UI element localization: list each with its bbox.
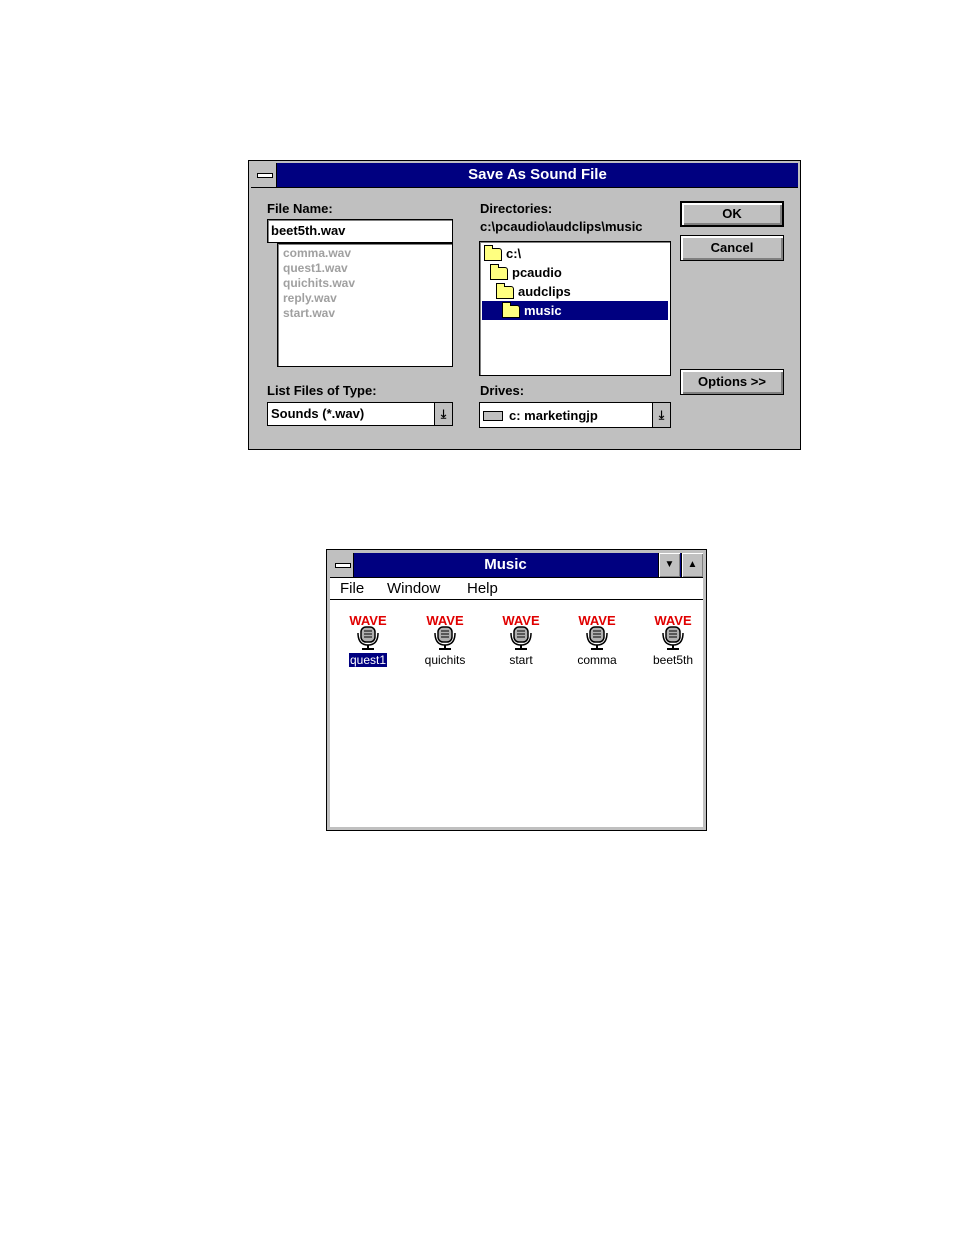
directory-item[interactable]: c:\ [482,244,668,263]
system-menu-icon [257,173,273,178]
drive-icon [483,410,503,421]
wave-caption: WAVE [426,613,464,628]
directory-name: audclips [518,284,571,299]
folder-open-icon [490,264,508,281]
file-list-item[interactable]: quichits.wav [278,276,452,291]
wave-caption: WAVE [578,613,616,628]
wave-file-icon-item[interactable]: WAVE start [486,613,556,669]
wave-file-label: beet5th [652,653,694,667]
wave-file-label: start [509,653,533,667]
wave-file-icon-item[interactable]: WAVE quest1 [333,613,403,669]
wave-file-label: quest1 [348,653,388,667]
system-menu-button[interactable] [251,163,277,187]
menu-file[interactable]: File [340,578,364,599]
ok-button[interactable]: OK [680,201,784,227]
wave-file-label: comma [577,653,617,667]
cancel-button[interactable]: Cancel [680,235,784,261]
directory-name: music [524,303,562,318]
microphone-wave-icon: WAVE [654,613,692,650]
directory-item[interactable]: audclips [482,282,668,301]
wave-file-icon-item[interactable]: WAVE comma [562,613,632,669]
system-menu-button[interactable] [330,553,354,577]
drives-dropdown[interactable]: c: marketingjp ⤓ [479,402,671,428]
dialog-titlebar[interactable]: Save As Sound File [251,163,798,188]
menu-window[interactable]: Window [387,578,440,599]
menu-file-label: File [340,580,365,597]
maximize-icon: ▲ [687,559,698,570]
wave-file-label: quichits [424,653,466,667]
file-type-value: Sounds (*.wav) [271,406,365,421]
drives-label: Drives: [480,383,525,398]
microphone-wave-icon: WAVE [349,613,387,650]
options-button[interactable]: Options >> [680,369,784,395]
file-list-item[interactable]: quest1.wav [278,261,452,276]
microphone-wave-icon: WAVE [578,613,616,650]
minimize-button[interactable]: ▼ [658,553,680,577]
file-type-dropdown[interactable]: Sounds (*.wav) ⤓ [267,402,453,426]
menu-window-label: Window [387,580,441,597]
wave-caption: WAVE [654,613,692,628]
current-path: c:\pcaudio\audclips\music [480,219,643,234]
menu-bar: File Window Help [330,578,703,600]
maximize-button[interactable]: ▲ [681,553,703,577]
wave-file-icon-item[interactable]: WAVE beet5th [638,613,708,669]
save-as-dialog: Save As Sound File File Name: beet5th.wa… [248,160,801,450]
menu-help-label: Help [467,580,498,597]
directory-name: c:\ [506,246,522,261]
menu-help[interactable]: Help [467,578,498,599]
file-name-input[interactable]: beet5th.wav [267,219,453,243]
dropdown-arrow-icon[interactable]: ⤓ [434,403,452,425]
wave-caption: WAVE [502,613,540,628]
wave-caption: WAVE [349,613,387,628]
window-title: Music [484,556,527,573]
file-list-item[interactable]: start.wav [278,306,452,321]
folder-open-icon [502,302,520,319]
file-list-item[interactable]: reply.wav [278,291,452,306]
microphone-wave-icon: WAVE [426,613,464,650]
list-type-label: List Files of Type: [267,383,377,398]
music-window: Music ▼ ▲ File Window Help WAVE quest1 WAV… [326,549,707,831]
system-menu-icon [335,563,351,568]
drives-value: c: marketingjp [509,408,598,423]
folder-open-icon [484,245,502,262]
directory-tree[interactable]: c:\ pcaudio audclips music [479,241,671,376]
directory-name: pcaudio [512,265,562,280]
microphone-wave-icon: WAVE [502,613,540,650]
window-titlebar[interactable]: Music ▼ ▲ [330,553,703,578]
wave-file-icon-item[interactable]: WAVE quichits [410,613,480,669]
file-list-item[interactable]: comma.wav [278,246,452,261]
folder-open-icon [496,283,514,300]
dropdown-arrow-icon[interactable]: ⤓ [652,403,670,427]
directories-label: Directories: [480,201,553,216]
file-name-label: File Name: [267,201,333,216]
directory-item[interactable]: music [482,301,668,320]
directory-item[interactable]: pcaudio [482,263,668,282]
dialog-title: Save As Sound File [468,166,607,183]
minimize-icon: ▼ [664,559,675,570]
file-list[interactable]: comma.wav quest1.wav quichits.wav reply.wav… [277,243,453,367]
